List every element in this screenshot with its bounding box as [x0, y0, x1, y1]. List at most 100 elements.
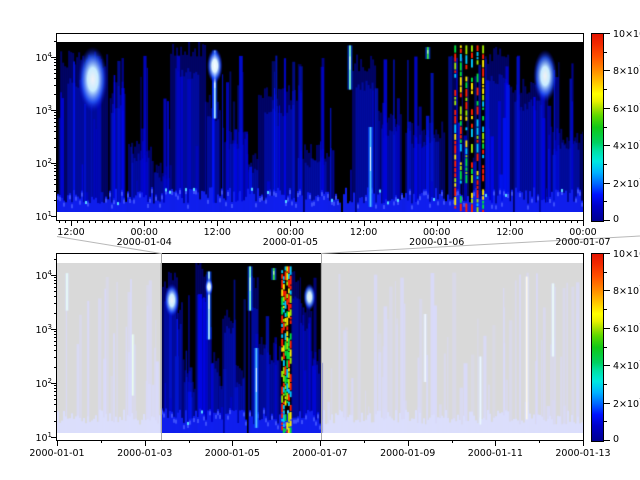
context-y-tick-label: 102: [16, 378, 52, 390]
context-x-date-label: 2000-01-05: [205, 449, 260, 459]
zoomed-x-minor-tick: [504, 220, 505, 223]
zoomed-x-minor-tick: [345, 220, 346, 223]
zoomed-colorbar: [591, 33, 604, 222]
zoomed-x-minor-tick: [400, 220, 401, 223]
zoomed-y-tick-label: 104: [16, 52, 52, 64]
context-x-minor-tick: [364, 440, 365, 443]
context-x-tick: [57, 440, 58, 446]
context-y-minor-tick: [54, 391, 57, 392]
zoomed-x-minor-tick: [181, 220, 182, 223]
zoomed-x-minor-tick: [303, 220, 304, 223]
zoomed-x-minor-tick: [351, 220, 352, 223]
context-x-minor-tick: [276, 440, 277, 443]
context-y-minor-tick: [54, 331, 57, 332]
context-x-date-label: 2000-01-13: [555, 449, 610, 459]
zoomed-y-minor-tick: [54, 131, 57, 132]
zoomed-x-minor-tick: [260, 220, 261, 223]
context-colorbar-tick: [604, 328, 610, 329]
zoomed-y-minor-tick: [54, 85, 57, 86]
zoomed-x-minor-tick: [516, 220, 517, 223]
zoomed-x-minor-tick: [59, 220, 60, 223]
zoomed-x-minor-tick: [321, 220, 322, 223]
zoomed-x-minor-tick: [175, 220, 176, 223]
zoomed-colorbar-tick: [604, 145, 610, 146]
zoomed-x-minor-tick: [467, 220, 468, 223]
zoomed-y-minor-tick: [54, 78, 57, 79]
zoomed-y-minor-tick: [54, 200, 57, 201]
zoomed-x-minor-tick: [156, 220, 157, 223]
zoomed-x-tick: [510, 220, 511, 226]
selection-left-edge[interactable]: [161, 253, 162, 440]
zoomed-y-tick-label: 101: [16, 211, 52, 223]
context-y-tick-label: 103: [16, 324, 52, 336]
zoomed-y-minor-tick: [54, 118, 57, 119]
context-x-tick: [408, 440, 409, 446]
selection-right-edge[interactable]: [321, 253, 322, 440]
context-colorbar-tick: [604, 272, 607, 273]
zoomed-colorbar-tick: [604, 201, 607, 202]
zoomed-x-minor-tick: [114, 220, 115, 223]
context-y-minor-tick: [54, 411, 57, 412]
zoomed-x-minor-tick: [565, 220, 566, 223]
zoomed-y-minor-tick: [54, 73, 57, 74]
zoomed-x-minor-tick: [205, 220, 206, 223]
zoomed-y-minor-tick: [54, 184, 57, 185]
zoomed-x-minor-tick: [65, 220, 66, 223]
zoomed-x-minor-tick: [284, 220, 285, 223]
context-colorbar-tick: [604, 440, 610, 441]
context-colorbar: [591, 253, 604, 442]
context-colorbar-tick: [604, 421, 607, 422]
zoomed-x-minor-tick: [333, 220, 334, 223]
zoomed-x-minor-tick: [339, 220, 340, 223]
zoomed-x-minor-tick: [473, 220, 474, 223]
zoomed-x-minor-tick: [236, 220, 237, 223]
zoomed-x-minor-tick: [199, 220, 200, 223]
context-y-minor-tick: [54, 421, 57, 422]
zoomed-x-tick: [437, 220, 438, 226]
zoomed-y-minor-tick: [54, 179, 57, 180]
context-y-minor-tick: [54, 367, 57, 368]
context-y-minor-tick: [54, 303, 57, 304]
context-y-minor-tick: [54, 388, 57, 389]
context-x-minor-tick: [539, 440, 540, 443]
zoomed-x-tick: [583, 220, 584, 226]
zoomed-x-minor-tick: [242, 220, 243, 223]
zoomed-x-date-label: 2000-01-07: [555, 238, 610, 248]
context-x-tick: [495, 440, 496, 446]
zoomed-x-minor-tick: [443, 220, 444, 223]
zoomed-x-minor-tick: [546, 220, 547, 223]
zoomed-x-minor-tick: [382, 220, 383, 223]
context-x-date-label: 2000-01-11: [468, 449, 523, 459]
context-y-minor-tick: [54, 291, 57, 292]
zoomed-x-tick: [290, 220, 291, 226]
zoomed-x-minor-tick: [315, 220, 316, 223]
context-colorbar-tick: [604, 403, 610, 404]
context-x-tick: [583, 440, 584, 446]
zoomed-colorbar-tick-label: 6×107: [613, 103, 640, 115]
zoomed-x-tick-label: 12:00: [57, 228, 84, 238]
zoomed-x-minor-tick: [108, 220, 109, 223]
zoomed-x-minor-tick: [449, 220, 450, 223]
zoomed-y-minor-tick: [54, 62, 57, 63]
context-y-minor-tick: [54, 341, 57, 342]
context-x-tick: [145, 440, 146, 446]
zoomed-y-minor-tick: [54, 65, 57, 66]
zoomed-plot-frame: [56, 33, 584, 221]
context-colorbar-tick-label: 0: [613, 435, 619, 445]
zoomed-x-minor-tick: [162, 220, 163, 223]
context-colorbar-tick: [604, 365, 610, 366]
context-y-minor-tick: [54, 385, 57, 386]
zoomed-x-minor-tick: [479, 220, 480, 223]
zoomed-x-minor-tick: [559, 220, 560, 223]
zoomed-x-minor-tick: [553, 220, 554, 223]
zoomed-x-minor-tick: [254, 220, 255, 223]
zoomed-y-minor-tick: [54, 69, 57, 70]
zoomed-x-minor-tick: [309, 220, 310, 223]
zoomed-x-minor-tick: [577, 220, 578, 223]
zoomed-x-date-label: 2000-01-04: [117, 238, 172, 248]
context-y-minor-tick: [54, 350, 57, 351]
zoomed-x-tick-label: 12:00: [496, 228, 523, 238]
zoomed-x-minor-tick: [169, 220, 170, 223]
context-y-tick-label: 101: [16, 432, 52, 444]
zoomed-colorbar-tick: [604, 183, 610, 184]
